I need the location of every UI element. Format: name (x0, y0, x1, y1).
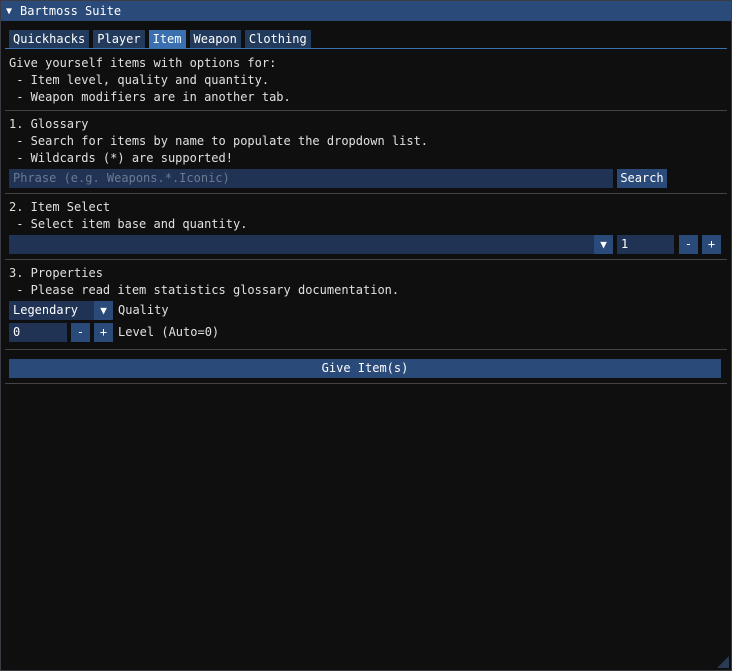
search-button[interactable]: Search (617, 168, 667, 188)
resize-grip[interactable] (717, 656, 729, 668)
window-title: Bartmoss Suite (20, 4, 122, 18)
tab-clothing[interactable]: Clothing (244, 30, 311, 48)
chevron-down-icon[interactable]: ▼ (94, 300, 113, 320)
title-bar[interactable]: ▼ Bartmoss Suite (1, 1, 731, 21)
tab-player[interactable]: Player (93, 30, 145, 48)
quantity-input[interactable]: 1 (617, 234, 674, 254)
give-items-button[interactable]: Give Item(s) (9, 358, 721, 378)
quantity-increment-button[interactable]: + (702, 234, 721, 254)
item-select-heading: 2. Item Select (9, 200, 111, 214)
glossary-section: 1. Glossary - Search for items by name t… (1, 111, 731, 193)
search-input[interactable]: Phrase (e.g. Weapons.*.Iconic) (9, 168, 613, 188)
glossary-bullet: - Search for items by name to populate t… (9, 134, 429, 148)
properties-section: 3. Properties - Please read item statist… (1, 260, 731, 347)
tab-weapon[interactable]: Weapon (189, 30, 241, 48)
quantity-decrement-button[interactable]: - (679, 234, 698, 254)
properties-bullet: - Please read item statistics glossary d… (9, 283, 400, 297)
main-window: ▼ Bartmoss Suite Quickhacks Player Item … (0, 0, 732, 671)
item-select-section: 2. Item Select - Select item base and qu… (1, 194, 731, 259)
level-increment-button[interactable]: + (94, 322, 113, 342)
glossary-bullet: - Wildcards (*) are supported! (9, 151, 233, 165)
item-select-bullet: - Select item base and quantity. (9, 217, 248, 231)
intro-bullet: - Item level, quality and quantity. (9, 73, 270, 87)
intro-bullet: - Weapon modifiers are in another tab. (9, 90, 291, 104)
tab-item[interactable]: Item (148, 30, 186, 48)
level-decrement-button[interactable]: - (71, 322, 90, 342)
tab-quickhacks[interactable]: Quickhacks (9, 30, 90, 48)
properties-heading: 3. Properties (9, 266, 103, 280)
item-base-dropdown[interactable] (9, 234, 594, 254)
divider (5, 349, 727, 350)
triangle-down-icon[interactable]: ▼ (6, 6, 20, 17)
level-input[interactable]: 0 (9, 322, 67, 342)
glossary-heading: 1. Glossary (9, 117, 89, 131)
chevron-down-icon[interactable]: ▼ (594, 234, 613, 254)
divider (5, 383, 727, 384)
level-label: Level (Auto=0) (118, 325, 220, 339)
quality-label: Quality (118, 303, 169, 317)
intro-section: Give yourself items with options for: - … (1, 49, 731, 110)
intro-text: Give yourself items with options for: (9, 56, 277, 70)
quality-dropdown[interactable]: Legendary (9, 300, 94, 320)
tab-bar: Quickhacks Player Item Weapon Clothing (1, 21, 731, 48)
